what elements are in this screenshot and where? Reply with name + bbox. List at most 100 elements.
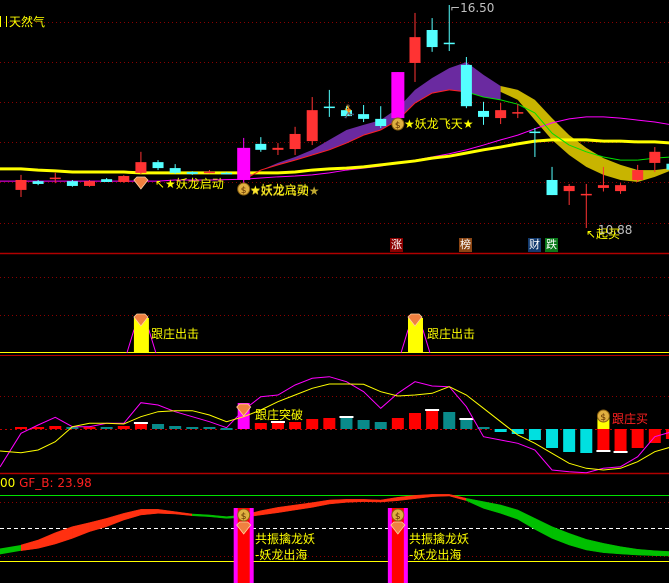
indicator-bar-cap bbox=[596, 450, 611, 452]
trend-line-segment bbox=[500, 99, 518, 105]
buy-signal-label: ↖起买 bbox=[586, 227, 621, 241]
panel4-signal-label-a1: 共振擒龙妖 bbox=[255, 532, 316, 546]
ribbon-segment bbox=[192, 513, 210, 517]
indicator-bar bbox=[631, 429, 644, 448]
ribbon-segment bbox=[500, 504, 519, 520]
candle-body bbox=[32, 181, 44, 184]
indicator-bar-cap bbox=[133, 422, 148, 424]
tag-finance[interactable]: 财 bbox=[528, 238, 541, 252]
ribbon-segment bbox=[620, 546, 638, 556]
candle bbox=[255, 137, 267, 152]
candle-body bbox=[649, 151, 661, 163]
candle bbox=[426, 18, 438, 52]
candle-body bbox=[323, 106, 335, 109]
ribbon-segment bbox=[637, 549, 656, 556]
ribbon-segment bbox=[380, 497, 399, 503]
panel4-signal-label-b1: 共振擒龙妖 bbox=[409, 532, 470, 546]
candle-body bbox=[546, 179, 558, 196]
tag-limit-down[interactable]: 跌 bbox=[545, 238, 558, 252]
candle bbox=[478, 101, 490, 125]
candle bbox=[152, 160, 164, 171]
ribbon-segment bbox=[294, 502, 313, 511]
indicator-bar bbox=[49, 426, 62, 429]
indicator-bar bbox=[597, 429, 610, 450]
candle bbox=[649, 147, 661, 173]
candle bbox=[118, 175, 130, 183]
indicator-bar-cap bbox=[459, 418, 474, 420]
indicator-bar bbox=[203, 427, 216, 429]
candle bbox=[135, 151, 147, 175]
candle-body bbox=[101, 179, 113, 182]
yellow-band bbox=[500, 85, 669, 182]
candle-body bbox=[443, 42, 455, 45]
tag-ranking[interactable]: 榜 bbox=[459, 238, 472, 252]
candle bbox=[237, 137, 251, 184]
candle bbox=[563, 183, 575, 205]
candle bbox=[615, 183, 627, 194]
ribbon-segment bbox=[568, 533, 587, 551]
panel4-marks bbox=[0, 494, 669, 583]
ribbon-segment bbox=[72, 522, 90, 539]
ribbon-segment bbox=[551, 526, 570, 546]
candle-body bbox=[169, 168, 181, 173]
ribbon-segment bbox=[37, 532, 56, 549]
ribbon-segment bbox=[586, 539, 604, 553]
panel4-signal-text: 妖龙出海 bbox=[413, 548, 462, 562]
dollar-sign: $ bbox=[395, 512, 401, 522]
ribbon-segment bbox=[0, 544, 21, 555]
indicator-bar bbox=[528, 429, 541, 440]
ribbon-segment bbox=[123, 509, 142, 521]
candle-body bbox=[563, 185, 575, 192]
panel4-signal-label-a2: -妖龙出海 bbox=[255, 548, 308, 562]
bar-icon bbox=[0, 16, 7, 27]
candle-body bbox=[118, 176, 130, 182]
ribbon-segment bbox=[346, 499, 364, 503]
candle bbox=[391, 72, 405, 121]
ribbon-segment bbox=[89, 517, 107, 532]
candle-body bbox=[135, 162, 147, 173]
indicator-bar bbox=[289, 422, 302, 429]
indicator-bar bbox=[323, 418, 336, 429]
candle-body bbox=[152, 162, 164, 169]
candle bbox=[289, 126, 301, 155]
tag-limit-up[interactable]: 涨 bbox=[390, 238, 403, 252]
ribbon-segment bbox=[140, 509, 159, 516]
candle-body bbox=[426, 29, 438, 48]
candle-body bbox=[203, 171, 215, 174]
candle-body bbox=[580, 193, 592, 196]
ribbon-segment bbox=[603, 543, 621, 555]
ribbon-segment bbox=[466, 498, 484, 509]
panel4-prefix: 00 bbox=[0, 476, 16, 490]
ribbon-segment bbox=[431, 494, 450, 497]
ribbon-segment bbox=[157, 509, 176, 515]
candle-body bbox=[529, 131, 541, 134]
stock-name: 天然气 bbox=[9, 15, 46, 29]
candle-body bbox=[15, 179, 27, 190]
stock-chart[interactable]: $ $ 🏃 $ $ $ bbox=[0, 0, 669, 583]
candle-body bbox=[375, 118, 387, 127]
ribbon-segment bbox=[260, 507, 279, 516]
candle bbox=[169, 164, 181, 175]
high-price-label: ⌐16.50 bbox=[450, 1, 494, 15]
ribbon-segment bbox=[174, 511, 193, 516]
candle-body bbox=[186, 172, 198, 175]
indicator-bar bbox=[169, 426, 182, 429]
indicator-bar bbox=[100, 427, 113, 429]
indicator-bar bbox=[426, 411, 439, 429]
candle-body bbox=[49, 177, 61, 180]
ribbon-segment bbox=[483, 501, 501, 514]
candle bbox=[203, 170, 215, 174]
candle bbox=[306, 97, 318, 146]
indicator-bar bbox=[391, 418, 404, 429]
candle-body bbox=[237, 147, 251, 180]
dollar-sign: $ bbox=[241, 512, 247, 522]
indicator-bar bbox=[306, 419, 319, 429]
candle bbox=[632, 164, 644, 182]
candle-body bbox=[306, 110, 318, 142]
indicator-bar bbox=[15, 427, 27, 429]
gf-b-value: GF_B: 23.98 bbox=[19, 476, 92, 490]
diamond-icon bbox=[133, 176, 149, 190]
signal-icons: $ $ 🏃 $ $ $ bbox=[133, 104, 610, 535]
candle-body bbox=[409, 37, 421, 63]
ribbon-segment bbox=[55, 526, 73, 545]
